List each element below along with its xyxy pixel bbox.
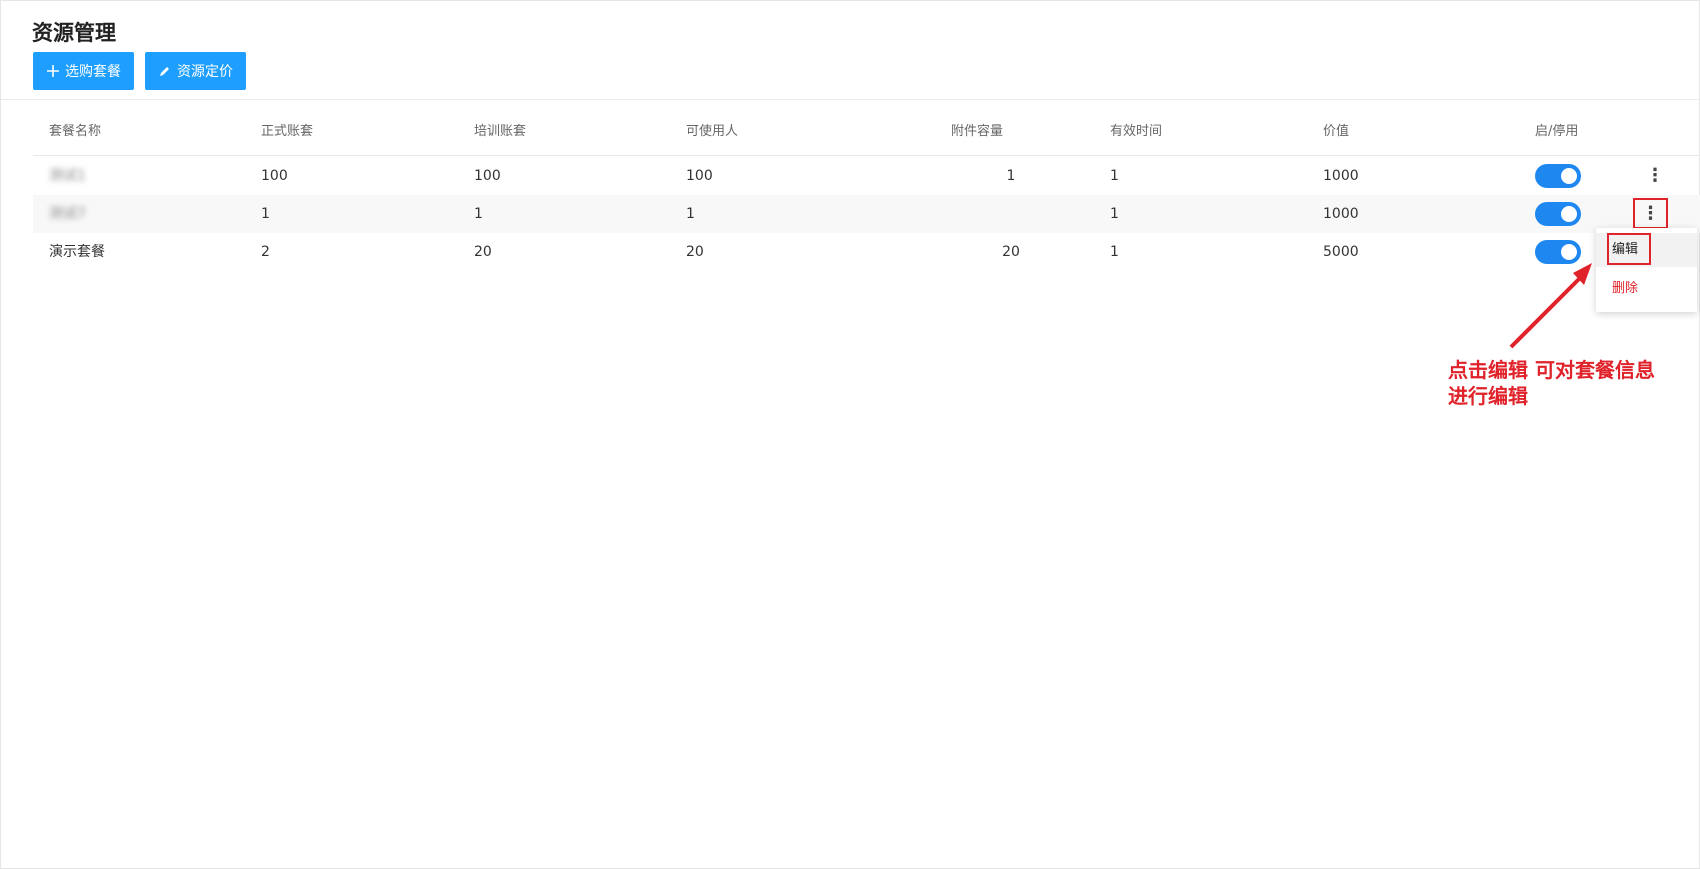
annotation-line-1: 点击编辑 可对套餐信息 xyxy=(1448,358,1655,382)
resource-management-page: 资源管理 选购套餐 资源定价 套餐名称 正式账套 培训账套 可使用人 附件容量 … xyxy=(0,0,1700,869)
annotation-line-2: 进行编辑 xyxy=(1448,384,1528,408)
annotation-arrow-icon xyxy=(1509,263,1592,349)
